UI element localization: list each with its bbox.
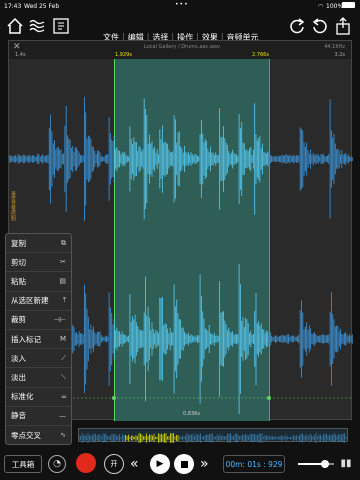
- waveform-header: ✕ Local Gallery / Drums.aac.wav 44.1KHz …: [9, 41, 351, 59]
- fade-out-icon: ⟍: [61, 372, 66, 381]
- overview-waveform: [78, 433, 347, 443]
- top-toolbar: 文件 | 编辑 | 选择 | 操作 | 效果 | 音频单元: [0, 12, 360, 42]
- fast-forward-icon[interactable]: »: [200, 456, 209, 472]
- fade-point-left: [112, 396, 116, 400]
- share-icon[interactable]: [334, 17, 352, 35]
- stop-button[interactable]: [174, 454, 194, 474]
- record-button[interactable]: [76, 453, 96, 473]
- status-bar: 17:43 Wed 25 Feb ••• ◠ 100%: [0, 0, 360, 12]
- menu-item-label: 标准化: [11, 392, 34, 402]
- fade-point-right: [267, 396, 271, 400]
- stop-icon: [180, 460, 188, 468]
- silence-icon: —: [59, 411, 66, 420]
- selection-start-label: 1.929s: [115, 52, 132, 58]
- marker-icon: M: [59, 335, 66, 344]
- menu-item-label: 从选区新建: [11, 296, 49, 306]
- fade-in-icon: ⟋: [61, 353, 66, 362]
- volume-knob[interactable]: [321, 460, 329, 468]
- sample-rate: 44.1KHz: [324, 44, 345, 50]
- redo-icon[interactable]: [288, 17, 306, 35]
- overview-track[interactable]: [78, 428, 348, 443]
- context-menu-item[interactable]: 零点交叉 ∿: [6, 426, 71, 445]
- file-name: Local Gallery / Drums.aac.wav: [144, 44, 220, 50]
- context-menu-item[interactable]: 复制 ⧉: [6, 234, 71, 254]
- menu-item-label: 复制: [11, 238, 26, 248]
- waveform-view-icon[interactable]: [28, 17, 46, 35]
- bottom-toolbar: 工具箱 ◔ 开 « ▶ » 00m: 01s : 929 ▮▮: [0, 450, 360, 480]
- loop-button[interactable]: 开: [104, 454, 124, 474]
- multitask-dots-icon: •••: [175, 1, 189, 8]
- file-info-icon[interactable]: [52, 17, 70, 35]
- context-menu-item[interactable]: 插入标记 M: [6, 330, 71, 350]
- status-time: 17:43: [4, 3, 22, 10]
- context-menu-item[interactable]: 从选区新建 ⤒: [6, 292, 71, 311]
- menu-item-label: 淡入: [11, 353, 26, 363]
- status-date: Wed 25 Feb: [24, 3, 60, 10]
- menu-item-label: 粘贴: [11, 276, 26, 286]
- toolbox-button[interactable]: 工具箱: [4, 455, 42, 473]
- scissors-icon: ✂: [60, 258, 66, 267]
- waveform-channel-left: [9, 96, 353, 222]
- context-menu-item[interactable]: 裁剪 ⊣⊢: [6, 311, 71, 330]
- play-button[interactable]: ▶: [150, 454, 170, 474]
- battery-icon: [342, 2, 355, 8]
- undo-icon[interactable]: [311, 17, 329, 35]
- time-left-label: 1.4s: [15, 52, 26, 58]
- context-menu-item[interactable]: 标准化 ═: [6, 388, 71, 407]
- new-from-selection-icon: ⤒: [62, 296, 66, 305]
- selection-length: 0.836s: [183, 411, 200, 417]
- menu-item-label: 静音: [11, 411, 26, 421]
- zero-cross-icon: ∿: [60, 431, 66, 440]
- context-menu-item[interactable]: 静音 —: [6, 407, 71, 426]
- normalize-icon: ═: [61, 392, 66, 401]
- context-menu: 复制 ⧉ 剪切 ✂ 粘贴 ▤ 从选区新建 ⤒ 裁剪 ⊣⊢ 插入标记 M 淡入 ⟋ 淡出 ⟍ 标准化 ═ 静音 — 零点交…: [5, 233, 72, 445]
- time-right-label: 3.2s: [334, 52, 345, 58]
- menu-item-label: 插入标记: [11, 334, 41, 344]
- menu-item-label: 剪切: [11, 257, 26, 267]
- rewind-icon[interactable]: «: [130, 456, 139, 472]
- time-display: 00m: 01s : 929: [223, 455, 285, 473]
- home-icon[interactable]: [6, 17, 24, 35]
- context-menu-item[interactable]: 淡入 ⟋: [6, 349, 71, 369]
- battery-percent: 100%: [326, 3, 344, 10]
- context-menu-item[interactable]: 淡出 ⟍: [6, 368, 71, 388]
- context-menu-item[interactable]: 粘贴 ▤: [6, 272, 71, 292]
- zoom-fit-icon[interactable]: ◔: [48, 455, 66, 473]
- wifi-icon: ◠: [318, 3, 324, 10]
- paste-icon: ▤: [59, 277, 66, 286]
- selection-end-label: 2.766s: [252, 52, 269, 58]
- record-volume-label[interactable]: 录音音量控制: [10, 191, 17, 221]
- menu-item-label: 裁剪: [11, 315, 26, 325]
- copy-icon: ⧉: [61, 238, 66, 247]
- menu-item-label: 零点交叉: [11, 430, 41, 440]
- close-icon[interactable]: ✕: [13, 42, 21, 52]
- context-menu-item[interactable]: 剪切 ✂: [6, 253, 71, 273]
- volume-slider[interactable]: [298, 460, 334, 468]
- menu-item-label: 淡出: [11, 372, 26, 382]
- volume-icon[interactable]: ▮▮: [338, 455, 354, 471]
- trim-icon: ⊣⊢: [53, 315, 66, 324]
